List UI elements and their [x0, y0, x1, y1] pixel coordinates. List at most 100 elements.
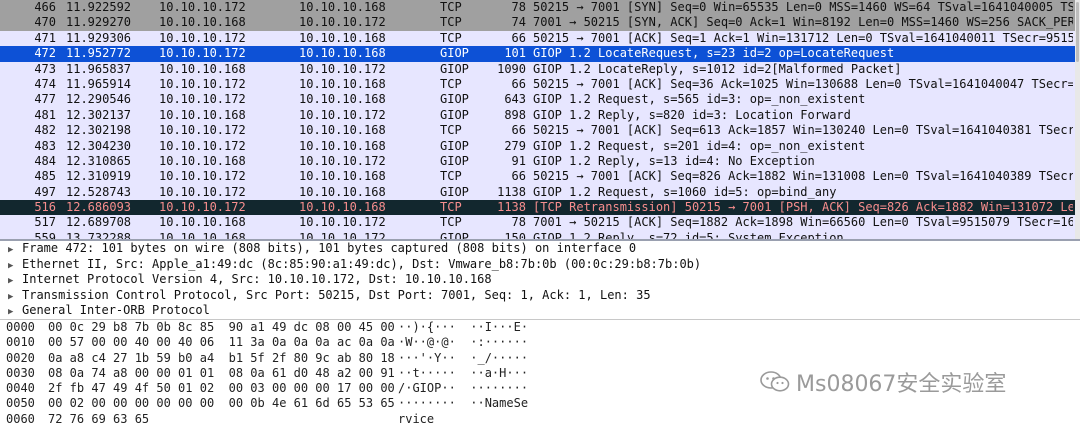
packet-row[interactable]: 483 12.304230 10.10.10.172 10.10.10.168 GIOP…	[0, 138, 1075, 154]
packet-info: 50215 → 7001 [ACK] Seq=1 Ack=1 Win=13171…	[533, 30, 1073, 45]
packet-protocol: TCP	[440, 15, 462, 30]
hex-bytes[interactable]: 00 0c 29 b8 7b 0b 8c 85 90 a1 49 dc 08 0…	[48, 320, 395, 335]
packet-row[interactable]: 484 12.310865 10.10.10.168 10.10.10.172 GIOP…	[0, 153, 1075, 170]
packet-destination: 10.10.10.168	[299, 0, 386, 14]
packet-row[interactable]: 559 13.732288 10.10.10.168 10.10.10.172 GIOP…	[0, 230, 1075, 239]
packet-info: 50215 → 7001 [SYN] Seq=0 Win=65535 Len=0…	[533, 0, 1073, 14]
packet-destination: 10.10.10.172	[299, 107, 386, 122]
packet-number: 466	[34, 0, 56, 14]
hex-offset: 0050	[6, 396, 35, 411]
packet-row[interactable]: 473 11.965837 10.10.10.168 10.10.10.172 GIOP…	[0, 61, 1075, 77]
packet-source: 10.10.10.168	[159, 61, 246, 76]
packet-number: 484	[34, 153, 56, 168]
packet-protocol: TCP	[440, 200, 462, 215]
hex-bytes[interactable]: 08 0a 74 a8 00 00 01 01 08 0a 61 d0 48 a…	[48, 366, 395, 381]
ascii-bytes[interactable]: /·GIOP·· ········	[398, 381, 528, 396]
packet-destination: 10.10.10.168	[299, 169, 386, 184]
packet-row[interactable]: 516 12.686093 10.10.10.172 10.10.10.168 TCP 1…	[0, 200, 1075, 216]
packet-number: 483	[34, 138, 56, 153]
hex-bytes[interactable]: 00 57 00 00 40 00 40 06 11 3a 0a 0a 0a a…	[48, 335, 395, 350]
packet-length: 66	[511, 169, 526, 184]
packet-row[interactable]: 474 11.965914 10.10.10.172 10.10.10.168 TCP 6…	[0, 76, 1075, 93]
packet-info: GIOP 1.2 Request, s=201 id=4: op=_non_ex…	[533, 138, 866, 153]
packet-list-scrollbar[interactable]	[1075, 0, 1080, 239]
hex-offset: 0040	[6, 381, 35, 396]
packet-row[interactable]: 472 11.952772 10.10.10.172 10.10.10.168 GIOP…	[0, 46, 1075, 62]
packet-source: 10.10.10.168	[159, 230, 246, 239]
packet-source: 10.10.10.172	[159, 169, 246, 184]
packet-protocol: GIOP	[440, 153, 469, 168]
packet-row[interactable]: 470 11.929270 10.10.10.168 10.10.10.172 TCP 7…	[0, 15, 1075, 31]
ascii-bytes[interactable]: ··)·{··· ··I···E·	[398, 320, 528, 335]
packet-source: 10.10.10.172	[159, 200, 246, 215]
packet-row[interactable]: 482 12.302198 10.10.10.172 10.10.10.168 TCP 6…	[0, 123, 1075, 139]
packet-row[interactable]: 481 12.302137 10.10.10.168 10.10.10.172 GIOP…	[0, 107, 1075, 124]
ascii-bytes[interactable]: ···'·Y·· ·_/·····	[398, 351, 528, 366]
hex-dump-row: 0020 0a a8 c4 27 1b 59 b0 a4 b1 5f 2f 80 …	[0, 351, 1080, 366]
hex-bytes[interactable]: 0a a8 c4 27 1b 59 b0 a4 b1 5f 2f 80 9c a…	[48, 351, 395, 366]
ascii-bytes[interactable]: ········ ··NameSe	[398, 396, 528, 411]
packet-time: 11.965837	[66, 61, 132, 76]
packet-list[interactable]: 466 11.922592 10.10.10.172 10.10.10.168 TCP 7…	[0, 0, 1075, 239]
detail-tree-item[interactable]: ▶ Frame 472: 101 bytes on wire (808 bits)…	[0, 241, 1080, 257]
packet-info: 7001 → 50215 [ACK] Seq=1882 Ack=1898 Win…	[533, 215, 1073, 230]
packet-destination: 10.10.10.172	[299, 61, 386, 76]
packet-number: 517	[34, 215, 56, 230]
packet-source: 10.10.10.168	[159, 15, 246, 30]
packet-info: 50215 → 7001 [ACK] Seq=36 Ack=1025 Win=1…	[533, 76, 1073, 91]
ascii-bytes[interactable]: ··t····· ··a·H···	[398, 366, 528, 381]
packet-info: 50215 → 7001 [ACK] Seq=613 Ack=1857 Win=…	[533, 123, 1073, 138]
hex-bytes[interactable]: 72 76 69 63 65	[48, 412, 149, 427]
packet-info: GIOP 1.2 Reply, s=72 id=5: System Except…	[533, 230, 844, 239]
packet-destination: 10.10.10.168	[299, 46, 386, 61]
packet-source: 10.10.10.172	[159, 76, 246, 91]
packet-length: 1090	[497, 61, 526, 76]
packet-row[interactable]: 497 12.528743 10.10.10.172 10.10.10.168 GIOP…	[0, 184, 1075, 201]
packet-time: 11.929270	[66, 15, 132, 30]
packet-row[interactable]: 517 12.689708 10.10.10.168 10.10.10.172 TCP 7…	[0, 215, 1075, 231]
packet-time: 12.302137	[66, 107, 132, 122]
packet-info: GIOP 1.2 Request, s=565 id=3: op=_non_ex…	[533, 92, 866, 107]
packet-time: 12.310865	[66, 153, 132, 168]
packet-protocol: TCP	[440, 123, 462, 138]
detail-tree-item[interactable]: ▶ Ethernet II, Src: Apple_a1:49:dc (8c:85…	[0, 257, 1080, 273]
packet-destination: 10.10.10.172	[299, 230, 386, 239]
packet-length: 66	[511, 76, 526, 91]
packet-time: 12.686093	[66, 200, 132, 215]
packet-details-pane: ▶ Frame 472: 101 bytes on wire (808 bits)…	[0, 239, 1080, 321]
packet-info: GIOP 1.2 LocateRequest, s=23 id=2 op=Loc…	[533, 46, 895, 61]
packet-protocol: TCP	[440, 215, 462, 230]
packet-length: 643	[504, 92, 526, 107]
packet-number: 472	[34, 46, 56, 61]
hex-bytes[interactable]: 00 02 00 00 00 00 00 00 00 0b 4e 61 6d 6…	[48, 396, 395, 411]
detail-tree-item[interactable]: ▶ Internet Protocol Version 4, Src: 10.10…	[0, 272, 1080, 288]
packet-time: 11.922592	[66, 0, 132, 14]
hex-offset: 0000	[6, 320, 35, 334]
ascii-bytes[interactable]: rvice	[398, 412, 434, 427]
packet-source: 10.10.10.172	[159, 30, 246, 45]
packet-length: 66	[511, 30, 526, 45]
packet-time: 11.929306	[66, 30, 132, 45]
hex-dump-row: 0000 00 0c 29 b8 7b 0b 8c 85 90 a1 49 dc …	[0, 320, 1080, 335]
detail-tree-item[interactable]: ▶ General Inter-ORB Protocol	[0, 303, 1080, 319]
packet-row[interactable]: 466 11.922592 10.10.10.172 10.10.10.168 TCP 7…	[0, 0, 1075, 16]
packet-number: 516	[34, 200, 56, 215]
packet-length: 91	[511, 153, 526, 168]
packet-length: 78	[511, 215, 526, 230]
detail-tree-item[interactable]: ▶ Transmission Control Protocol, Src Port…	[0, 288, 1080, 304]
packet-row[interactable]: 471 11.929306 10.10.10.172 10.10.10.168 TCP 6…	[0, 30, 1075, 47]
scrollbar-thumb[interactable]	[1076, 2, 1079, 62]
packet-destination: 10.10.10.168	[299, 200, 386, 215]
packet-destination: 10.10.10.168	[299, 92, 386, 107]
packet-number: 485	[34, 169, 56, 184]
packet-row[interactable]: 477 12.290546 10.10.10.172 10.10.10.168 GIOP…	[0, 92, 1075, 108]
ascii-bytes[interactable]: ·W··@·@· ·:······	[398, 335, 528, 350]
packet-source: 10.10.10.172	[159, 138, 246, 153]
packet-time: 12.689708	[66, 215, 132, 230]
detail-label: Transmission Control Protocol, Src Port:…	[22, 287, 651, 302]
hex-bytes[interactable]: 2f fb 47 49 4f 50 01 02 00 03 00 00 00 1…	[48, 381, 395, 396]
packet-info: [TCP Retransmission] 50215 → 7001 [PSH, …	[533, 200, 1073, 215]
packet-row[interactable]: 485 12.310919 10.10.10.172 10.10.10.168 TCP 6…	[0, 169, 1075, 185]
detail-label: Ethernet II, Src: Apple_a1:49:dc (8c:85:…	[22, 256, 702, 271]
packet-length: 101	[504, 46, 526, 61]
